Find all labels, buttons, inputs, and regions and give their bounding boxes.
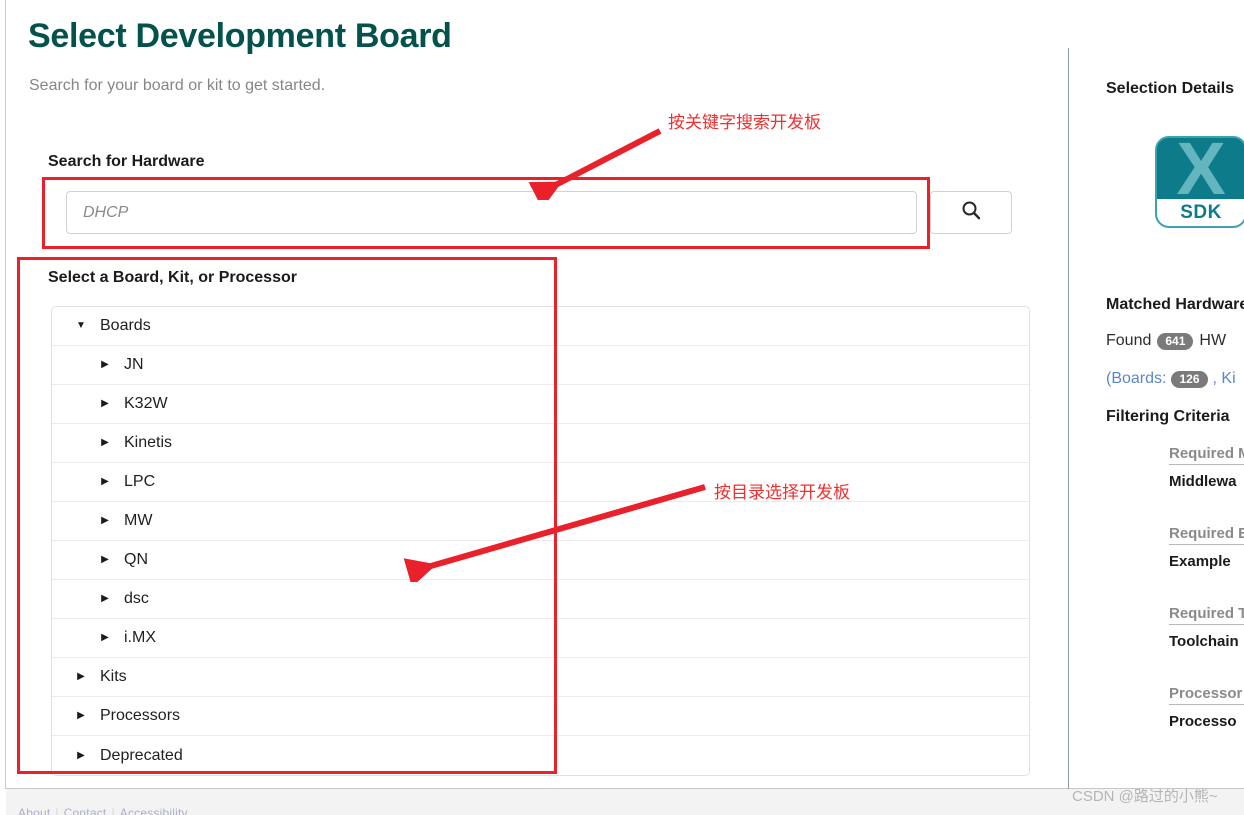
tree-row-label: Boards (100, 317, 151, 334)
tree-row[interactable]: ▶ Processors (52, 697, 1029, 736)
footer-link[interactable]: About (18, 806, 50, 815)
tree-row[interactable]: ▶ MW (52, 502, 1029, 541)
page-subtitle: Search for your board or kit to get star… (29, 77, 326, 94)
tree-row-label: Processors (100, 707, 181, 724)
panel-divider (1068, 48, 1069, 789)
sdk-logo-icon: X SDK (1155, 136, 1244, 228)
matched-hardware-title: Matched Hardware (1106, 296, 1244, 313)
chevron-right-icon[interactable]: ▶ (74, 750, 88, 761)
tree-row-label: K32W (124, 395, 168, 412)
tree-row-label: QN (124, 551, 148, 568)
tree-row-label: JN (124, 356, 144, 373)
tree-row[interactable]: ▶ Kits (52, 658, 1029, 697)
found-suffix: HW (1199, 332, 1227, 349)
tree-row-label: MW (124, 512, 153, 529)
criteria-value: Processo (1169, 713, 1237, 730)
criteria-heading: Required To (1169, 605, 1244, 625)
tree-row[interactable]: ▶ K32W (52, 385, 1029, 424)
tree-row[interactable]: ▶ LPC (52, 463, 1029, 502)
criteria-group: Required To Toolchain (1169, 605, 1244, 650)
app-root: Select Development Board Search for your… (0, 0, 1244, 815)
chevron-right-icon[interactable]: ▶ (98, 477, 112, 487)
footer-separator: | (55, 806, 59, 815)
tree-row[interactable]: ▶ dsc (52, 580, 1029, 619)
chevron-right-icon[interactable]: ▶ (98, 438, 112, 448)
search-input[interactable] (66, 191, 917, 234)
chevron-right-icon[interactable]: ▶ (98, 594, 112, 604)
chevron-right-icon[interactable]: ▶ (98, 399, 112, 409)
found-count-badge: 641 (1157, 332, 1194, 350)
chevron-right-icon[interactable]: ▶ (98, 555, 112, 565)
tree-row[interactable]: ▶ QN (52, 541, 1029, 580)
annotation-label-tree: 按目录选择开发板 (714, 483, 850, 502)
chevron-right-icon[interactable]: ▶ (98, 633, 112, 643)
window-left-border (5, 0, 6, 789)
board-tree: ▼ Boards ▶ JN ▶ K32W ▶ Kinetis ▶ LPC ▶ MW ▶ QN ▶ dsc ▶ i.… (51, 306, 1030, 776)
filtering-criteria-title: Filtering Criteria (1106, 408, 1230, 425)
hardware-breakdown-row: (Boards: 126 , Ki (1106, 370, 1236, 388)
tree-label: Select a Board, Kit, or Processor (48, 269, 297, 286)
selection-details-title: Selection Details (1106, 80, 1235, 97)
tree-row-label: i.MX (124, 629, 156, 646)
footer-links[interactable]: About | Contact | Accessibility (18, 806, 188, 815)
search-icon (961, 200, 981, 225)
boards-count-badge: 126 (1171, 370, 1208, 388)
tree-row-label: Kits (100, 668, 127, 685)
tree-row-label: Kinetis (124, 434, 173, 451)
criteria-value: Middlewa (1169, 473, 1237, 490)
boards-link[interactable]: (Boards: (1106, 370, 1166, 388)
chevron-right-icon[interactable]: ▶ (74, 711, 88, 721)
chevron-right-icon[interactable]: ▶ (98, 360, 112, 370)
criteria-group: Required M Middlewa (1169, 445, 1244, 490)
tree-row[interactable]: ▶ i.MX (52, 619, 1029, 658)
tree-row[interactable]: ▶ Kinetis (52, 424, 1029, 463)
annotation-label-search: 按关键字搜索开发板 (668, 113, 821, 132)
sdk-logo-caption: SDK (1180, 201, 1222, 223)
tree-row[interactable]: ▼ Boards (52, 307, 1029, 346)
footer-strip (6, 789, 1244, 815)
criteria-value: Toolchain (1169, 633, 1239, 650)
criteria-group: Processor F Processo (1169, 685, 1244, 730)
criteria-heading: Required Ex (1169, 525, 1244, 545)
tree-row-label: LPC (124, 473, 156, 490)
chevron-down-icon[interactable]: ▼ (74, 321, 88, 331)
criteria-value: Example (1169, 553, 1231, 570)
tree-row-label: Deprecated (100, 746, 183, 764)
found-prefix: Found (1106, 332, 1152, 349)
tree-row[interactable]: ▶ Deprecated (52, 736, 1029, 775)
criteria-heading: Processor F (1169, 685, 1244, 705)
search-button[interactable] (930, 191, 1012, 234)
annotation-arrow-search (528, 128, 662, 200)
page-title: Select Development Board (28, 17, 452, 55)
criteria-group: Required Ex Example (1169, 525, 1244, 570)
search-label: Search for Hardware (48, 153, 205, 170)
found-hardware-row: Found 641 HW (1106, 332, 1226, 350)
chevron-right-icon[interactable]: ▶ (74, 672, 88, 682)
footer-separator: | (111, 806, 115, 815)
chevron-right-icon[interactable]: ▶ (98, 516, 112, 526)
sdk-logo-x: X (1176, 136, 1226, 210)
criteria-heading: Required M (1169, 445, 1244, 465)
tree-row[interactable]: ▶ JN (52, 346, 1029, 385)
footer-link[interactable]: Contact (64, 806, 107, 815)
footer-link[interactable]: Accessibility (120, 806, 188, 815)
kits-link[interactable]: , Ki (1213, 370, 1236, 388)
watermark: CSDN @路过的小熊~ (1072, 788, 1218, 805)
tree-row-label: dsc (124, 590, 149, 607)
